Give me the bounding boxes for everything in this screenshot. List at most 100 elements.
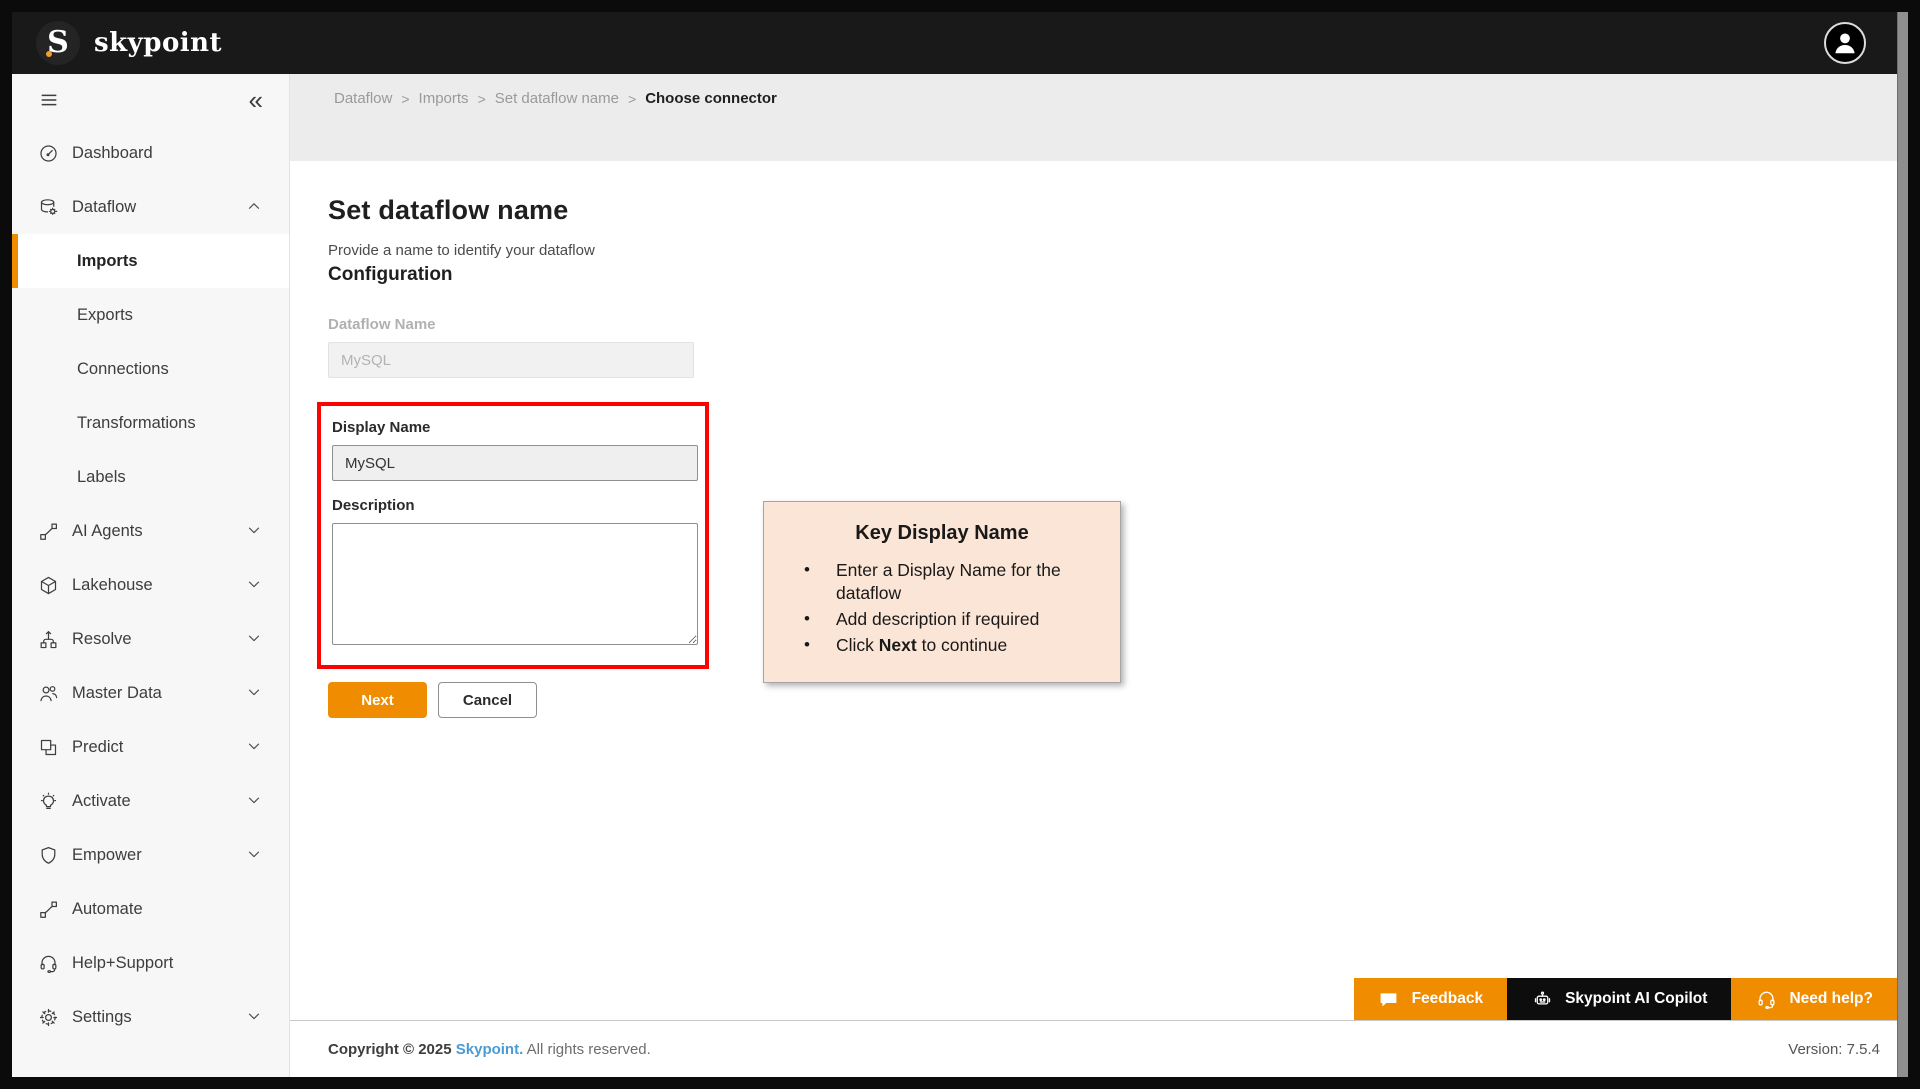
app-window: S skypoint « Dashboard Dataflow Imports Exp… <box>12 12 1908 1077</box>
sidebar-item-connections[interactable]: Connections <box>12 342 289 396</box>
cancel-button[interactable]: Cancel <box>438 682 537 718</box>
need-help-button[interactable]: Need help? <box>1731 978 1897 1020</box>
breadcrumb-band: Dataflow > Imports > Set dataflow name > Choos… <box>290 74 1908 161</box>
breadcrumb-separator: > <box>628 90 637 107</box>
description-textarea[interactable] <box>332 523 698 645</box>
sidebar-item-label: Help+Support <box>72 953 174 972</box>
sidebar-item-transformations[interactable]: Transformations <box>12 396 289 450</box>
version-label: Version: 7.5.4 <box>1788 1040 1880 1058</box>
cube-icon <box>37 574 59 596</box>
description-field-group: Description <box>332 497 698 645</box>
copyright-suffix: All rights reserved. <box>523 1040 651 1058</box>
sidebar: « Dashboard Dataflow Imports Exports Connect… <box>12 74 290 1077</box>
robot-icon <box>1531 988 1553 1010</box>
sidebar-item-dashboard[interactable]: Dashboard <box>12 126 289 180</box>
node-graph-icon <box>37 898 59 920</box>
sidebar-item-imports[interactable]: Imports <box>12 234 289 288</box>
breadcrumb-item[interactable]: Set dataflow name <box>495 90 619 107</box>
headset-icon <box>37 952 59 974</box>
sidebar-item-dataflow[interactable]: Dataflow <box>12 180 289 234</box>
sidebar-item-automate[interactable]: Automate <box>12 882 289 936</box>
collapse-sidebar-icon[interactable]: « <box>247 87 265 113</box>
app-header: S skypoint <box>12 12 1908 74</box>
copyright-prefix: Copyright © 2025 <box>328 1040 456 1058</box>
quick-actions-bar: Feedback Skypoint AI Copilot Need help? <box>1353 978 1897 1020</box>
sidebar-item-label: Resolve <box>72 629 132 648</box>
sidebar-item-label: Predict <box>72 737 124 756</box>
window-scrollbar[interactable] <box>1897 12 1908 1077</box>
sidebar-item-master-data[interactable]: Master Data <box>12 666 289 720</box>
chevron-down-icon <box>245 791 265 811</box>
breadcrumb-current: Choose connector <box>645 90 777 107</box>
user-avatar[interactable] <box>1824 22 1866 64</box>
speech-bubble-icon <box>1378 988 1400 1010</box>
sidebar-item-label: Exports <box>77 305 133 324</box>
highlight-annotation-box: Display Name Description <box>317 402 709 669</box>
sidebar-item-label: Lakehouse <box>72 575 153 594</box>
sidebar-item-predict[interactable]: Predict <box>12 720 289 774</box>
display-name-input[interactable] <box>332 445 698 481</box>
quick-action-label: Skypoint AI Copilot <box>1565 990 1708 1007</box>
sidebar-item-label: Labels <box>77 467 126 486</box>
breadcrumb-item[interactable]: Dataflow <box>334 90 392 107</box>
sidebar-item-ai-agents[interactable]: AI Agents <box>12 504 289 558</box>
page-subtitle: Provide a name to identify your dataflow <box>328 242 595 259</box>
skypoint-logo-icon: S <box>36 21 80 65</box>
sidebar-item-empower[interactable]: Empower <box>12 828 289 882</box>
skypoint-footer-link[interactable]: Skypoint. <box>456 1041 524 1058</box>
copilot-button[interactable]: Skypoint AI Copilot <box>1507 978 1732 1020</box>
lightbulb-icon <box>37 790 59 812</box>
sidebar-item-labels[interactable]: Labels <box>12 450 289 504</box>
display-name-label: Display Name <box>332 419 431 436</box>
brand-logo: S skypoint <box>36 21 222 65</box>
description-label: Description <box>332 497 415 514</box>
chevron-down-icon <box>245 575 265 595</box>
sidebar-item-exports[interactable]: Exports <box>12 288 289 342</box>
display-name-field-group: Display Name <box>332 419 698 481</box>
chevron-down-icon <box>245 737 265 757</box>
breadcrumb-separator: > <box>477 90 486 107</box>
callout-bullet: Click Next to continue <box>778 634 1078 657</box>
dataflow-icon <box>37 196 59 218</box>
sidebar-item-help-support[interactable]: Help+Support <box>12 936 289 990</box>
dashboard-icon <box>37 142 59 164</box>
chevron-down-icon <box>245 845 265 865</box>
breadcrumb-item[interactable]: Imports <box>419 90 469 107</box>
chevron-down-icon <box>245 1007 265 1027</box>
callout-bullet: Add description if required <box>778 608 1078 631</box>
copyright-text: Copyright © 2025 Skypoint. All rights re… <box>328 1041 651 1058</box>
logo-dot <box>46 51 52 57</box>
sidebar-item-label: Activate <box>72 791 131 810</box>
dataflow-name-field-group: Dataflow Name <box>328 316 694 378</box>
squares-icon <box>37 736 59 758</box>
chevron-down-icon <box>245 683 265 703</box>
page-title: Set dataflow name <box>328 195 569 225</box>
page-content: Set dataflow name Provide a name to iden… <box>290 161 1908 1020</box>
section-title: Configuration <box>328 264 453 285</box>
headset-icon <box>1755 988 1777 1010</box>
quick-action-label: Feedback <box>1411 990 1484 1007</box>
sidebar-item-label: Dashboard <box>72 143 153 162</box>
sidebar-item-label: Transformations <box>77 413 196 432</box>
feedback-button[interactable]: Feedback <box>1353 978 1508 1020</box>
person-icon <box>1835 33 1855 54</box>
sidebar-item-label: Settings <box>72 1007 132 1026</box>
sidebar-item-label: Automate <box>72 899 143 918</box>
sidebar-item-label: Master Data <box>72 683 162 702</box>
sidebar-item-resolve[interactable]: Resolve <box>12 612 289 666</box>
people-icon <box>37 682 59 704</box>
chevron-down-icon <box>245 629 265 649</box>
sidebar-item-label: Connections <box>77 359 169 378</box>
sidebar-item-settings[interactable]: Settings <box>12 990 289 1044</box>
sidebar-item-activate[interactable]: Activate <box>12 774 289 828</box>
brand-name: skypoint <box>94 28 223 58</box>
callout-bullet: Enter a Display Name for the dataflow <box>778 559 1078 605</box>
node-graph-icon <box>37 520 59 542</box>
sidebar-item-lakehouse[interactable]: Lakehouse <box>12 558 289 612</box>
sidebar-item-label: AI Agents <box>72 521 143 540</box>
main-area: Dataflow > Imports > Set dataflow name > Choos… <box>290 74 1908 1077</box>
hamburger-menu-icon[interactable] <box>36 87 62 113</box>
shield-icon <box>37 844 59 866</box>
app-footer: Copyright © 2025 Skypoint. All rights re… <box>290 1020 1908 1077</box>
next-button[interactable]: Next <box>328 682 427 718</box>
